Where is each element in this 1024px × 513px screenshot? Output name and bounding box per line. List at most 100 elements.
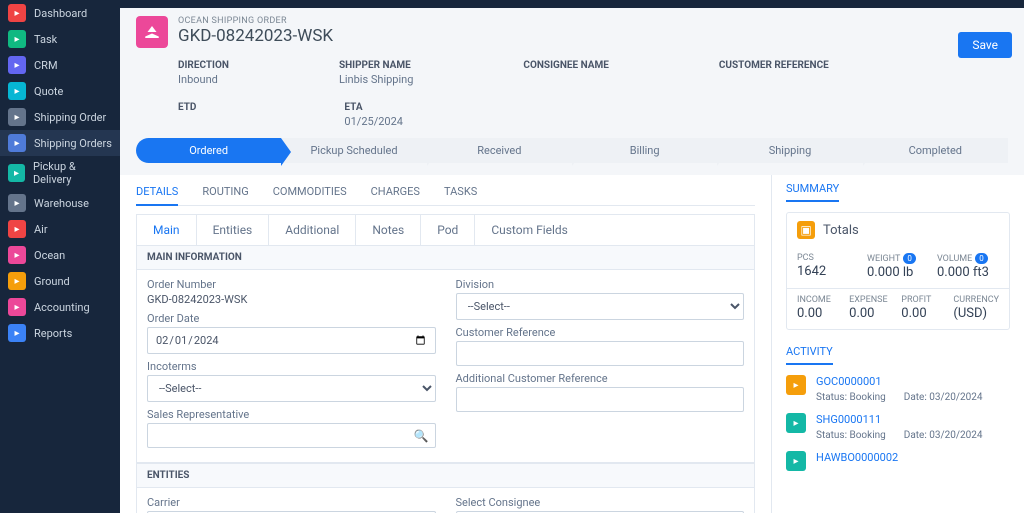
step-billing[interactable]: Billing bbox=[572, 138, 717, 163]
eta-value: 01/25/2024 bbox=[344, 115, 403, 128]
order-date-input[interactable] bbox=[147, 327, 436, 354]
weight-badge: 0 bbox=[903, 253, 916, 264]
income-label: Income bbox=[797, 295, 841, 305]
volume-value: 0.000 ft3 bbox=[937, 265, 999, 280]
order-number-label: Order Number bbox=[147, 278, 436, 291]
custref-input[interactable] bbox=[456, 341, 745, 366]
pcs-label: Pcs bbox=[797, 253, 859, 263]
nav-icon: ▸ bbox=[8, 194, 26, 212]
currency-label: Currency bbox=[953, 295, 999, 305]
sidebar-item-quote[interactable]: ▸Quote bbox=[0, 78, 120, 104]
addcustref-input[interactable] bbox=[456, 387, 745, 412]
section-main-info: MAIN INFORMATION bbox=[136, 245, 755, 270]
step-ordered[interactable]: Ordered bbox=[136, 138, 281, 163]
nav-icon: ▸ bbox=[8, 108, 26, 126]
sidebar-item-reports[interactable]: ▸Reports bbox=[0, 320, 120, 346]
nav-icon: ▸ bbox=[8, 4, 26, 22]
activity-id: SHG0000111 bbox=[816, 413, 982, 426]
sidebar-item-dashboard[interactable]: ▸Dashboard bbox=[0, 0, 120, 26]
subtab-custom-fields[interactable]: Custom Fields bbox=[475, 215, 584, 245]
custref-field-label: Customer Reference bbox=[456, 326, 745, 339]
tab-commodities[interactable]: COMMODITIES bbox=[273, 179, 347, 205]
subtab-main[interactable]: Main bbox=[137, 215, 197, 245]
direction-label: DIRECTION bbox=[178, 60, 229, 71]
currency-value: (USD) bbox=[953, 306, 999, 321]
subtab-entities[interactable]: Entities bbox=[197, 215, 270, 245]
sidebar-item-pickup-delivery[interactable]: ▸Pickup & Delivery bbox=[0, 156, 120, 190]
incoterms-label: Incoterms bbox=[147, 360, 436, 373]
nav-icon: ▸ bbox=[8, 164, 25, 182]
order-date-label: Order Date bbox=[147, 312, 436, 325]
sidebar-item-ocean[interactable]: ▸Ocean bbox=[0, 242, 120, 268]
step-shipping[interactable]: Shipping bbox=[717, 138, 862, 163]
subtab-notes[interactable]: Notes bbox=[356, 215, 421, 245]
activity-icon: ▸ bbox=[786, 375, 806, 395]
sub-tabs: MainEntitiesAdditionalNotesPodCustom Fie… bbox=[136, 214, 755, 245]
volume-badge: 0 bbox=[975, 253, 988, 264]
incoterms-select[interactable]: --Select-- bbox=[147, 375, 436, 402]
nav-icon: ▸ bbox=[8, 134, 26, 152]
tab-tasks[interactable]: TASKS bbox=[444, 179, 477, 205]
income-value: 0.00 bbox=[797, 306, 841, 321]
sidebar-item-shipping-order[interactable]: ▸Shipping Order bbox=[0, 104, 120, 130]
carrier-label: Carrier bbox=[147, 496, 436, 509]
page-title: GKD-08242023-WSK bbox=[178, 26, 333, 46]
division-label: Division bbox=[456, 278, 745, 291]
activity-icon: ▸ bbox=[786, 413, 806, 433]
salesrep-input[interactable] bbox=[147, 423, 436, 448]
totals-title: Totals bbox=[823, 223, 859, 238]
shipper-value: Linbis Shipping bbox=[339, 73, 413, 86]
tab-details[interactable]: DETAILS bbox=[136, 179, 178, 206]
activity-id: GOC0000001 bbox=[816, 375, 982, 388]
tab-routing[interactable]: ROUTING bbox=[202, 179, 248, 205]
activity-item[interactable]: ▸GOC0000001Status: BookingDate: 03/20/20… bbox=[786, 375, 1010, 403]
select-consignee-label: Select Consignee bbox=[456, 496, 745, 509]
save-button[interactable]: Save bbox=[958, 32, 1012, 58]
direction-value: Inbound bbox=[178, 73, 229, 86]
subtab-additional[interactable]: Additional bbox=[269, 215, 356, 245]
sidebar-item-warehouse[interactable]: ▸Warehouse bbox=[0, 190, 120, 216]
step-completed[interactable]: Completed bbox=[863, 138, 1008, 163]
consignee-label: CONSIGNEE NAME bbox=[523, 60, 608, 71]
sidebar-item-crm[interactable]: ▸CRM bbox=[0, 52, 120, 78]
detail-tabs: DETAILS ROUTING COMMODITIES CHARGES TASKS bbox=[136, 179, 755, 206]
folder-icon: ▣ bbox=[797, 221, 815, 239]
section-entities: ENTITIES bbox=[136, 463, 755, 488]
activity-tab[interactable]: ACTIVITY bbox=[786, 345, 833, 365]
summary-tab[interactable]: SUMMARY bbox=[786, 182, 839, 202]
sidebar-item-task[interactable]: ▸Task bbox=[0, 26, 120, 52]
nav-icon: ▸ bbox=[8, 246, 26, 264]
totals-card: ▣ Totals Pcs1642 WEIGHT00.000 lb VOLUME0… bbox=[786, 212, 1010, 330]
activity-item[interactable]: ▸SHG0000111Status: BookingDate: 03/20/20… bbox=[786, 413, 1010, 441]
activity-item[interactable]: ▸ HAWBO0000002 bbox=[786, 451, 1010, 471]
subtab-pod[interactable]: Pod bbox=[421, 215, 475, 245]
profit-label: Profit bbox=[901, 295, 945, 305]
tab-charges[interactable]: CHARGES bbox=[371, 179, 420, 205]
nav-icon: ▸ bbox=[8, 324, 26, 342]
profit-value: 0.00 bbox=[901, 306, 945, 321]
entity-type-label: OCEAN SHIPPING ORDER bbox=[178, 16, 333, 26]
sidebar-item-air[interactable]: ▸Air bbox=[0, 216, 120, 242]
sidebar-item-accounting[interactable]: ▸Accounting bbox=[0, 294, 120, 320]
order-number-value: GKD-08242023-WSK bbox=[147, 293, 436, 306]
salesrep-label: Sales Representative bbox=[147, 408, 436, 421]
shipper-label: SHIPPER NAME bbox=[339, 60, 413, 71]
expense-label: Expense bbox=[849, 295, 893, 305]
etd-label: ETD bbox=[178, 102, 196, 113]
nav-icon: ▸ bbox=[8, 220, 26, 238]
nav-icon: ▸ bbox=[8, 30, 26, 48]
expense-value: 0.00 bbox=[849, 306, 893, 321]
nav-icon: ▸ bbox=[8, 82, 26, 100]
top-bar bbox=[120, 0, 1024, 8]
pcs-value: 1642 bbox=[797, 264, 859, 279]
activity-id: HAWBO0000002 bbox=[816, 451, 898, 464]
weight-label: WEIGHT bbox=[867, 254, 900, 264]
division-select[interactable]: --Select-- bbox=[456, 293, 745, 320]
activity-icon: ▸ bbox=[786, 451, 806, 471]
sidebar-item-shipping-orders[interactable]: ▸Shipping Orders bbox=[0, 130, 120, 156]
sidebar-item-ground[interactable]: ▸Ground bbox=[0, 268, 120, 294]
step-received[interactable]: Received bbox=[427, 138, 572, 163]
progress-steps: OrderedPickup ScheduledReceivedBillingSh… bbox=[136, 138, 1008, 163]
ocean-order-icon bbox=[136, 16, 168, 48]
step-pickup-scheduled[interactable]: Pickup Scheduled bbox=[281, 138, 426, 163]
